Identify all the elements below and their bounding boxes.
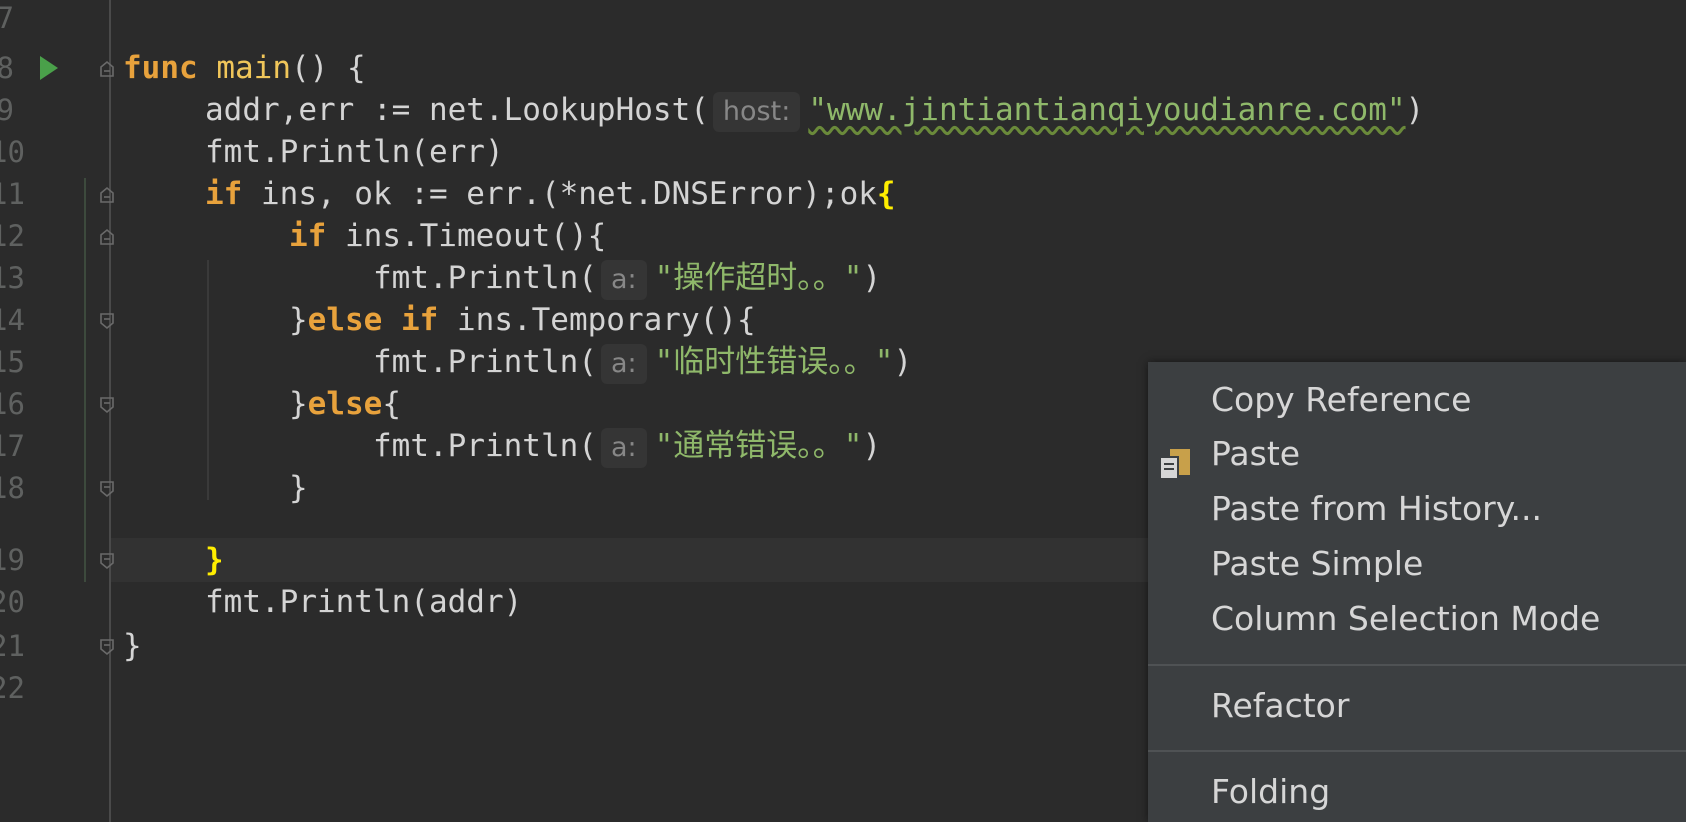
code-text: }else{ bbox=[289, 386, 401, 422]
code-line-12: 12 if ins.Timeout(){ bbox=[0, 214, 1686, 258]
menu-item-paste-simple[interactable]: Paste Simple bbox=[1211, 544, 1423, 583]
code-text: } bbox=[123, 628, 142, 664]
line-number: 7 bbox=[0, 1, 14, 35]
line-number: 9 bbox=[0, 93, 14, 127]
menu-separator bbox=[1148, 750, 1686, 752]
code-text: fmt.Println(a: "操作超时。。") bbox=[373, 258, 881, 300]
fold-minus-icon[interactable] bbox=[98, 228, 116, 246]
menu-item-refactor[interactable]: Refactor bbox=[1211, 686, 1349, 725]
code-line-9: 9 addr,err := net.LookupHost(host: "www.j… bbox=[0, 88, 1686, 132]
parameter-hint: a: bbox=[600, 344, 647, 384]
parameter-hint: a: bbox=[600, 260, 647, 300]
code-line-14: 14 }else if ins.Temporary(){ bbox=[0, 298, 1686, 342]
paste-icon bbox=[1159, 449, 1190, 480]
fold-minus-icon[interactable] bbox=[98, 638, 116, 656]
fold-minus-icon[interactable] bbox=[98, 480, 116, 498]
line-number: 10 bbox=[0, 135, 25, 169]
line-number: 16 bbox=[0, 387, 25, 421]
fold-minus-icon[interactable] bbox=[98, 312, 116, 330]
line-number: 20 bbox=[0, 585, 25, 619]
code-text: }else if ins.Temporary(){ bbox=[289, 302, 756, 338]
menu-item-copy-reference[interactable]: Copy Reference bbox=[1211, 380, 1471, 419]
code-text: fmt.Println(addr) bbox=[205, 584, 523, 620]
line-number: 22 bbox=[0, 671, 25, 705]
code-text: if ins.Timeout(){ bbox=[289, 218, 607, 254]
code-text: addr,err := net.LookupHost(host: "www.jin… bbox=[205, 90, 1424, 132]
fold-minus-icon[interactable] bbox=[98, 60, 116, 78]
line-number: 18 bbox=[0, 471, 25, 505]
line-number: 12 bbox=[0, 219, 25, 253]
line-number: 11 bbox=[0, 177, 25, 211]
context-menu: Copy Reference Paste Paste from History.… bbox=[1148, 362, 1686, 822]
menu-item-paste-from-history[interactable]: Paste from History... bbox=[1211, 489, 1542, 528]
code-line-11: 11 if ins, ok := err.(*net.DNSError);ok{ bbox=[0, 172, 1686, 216]
line-number: 8 bbox=[0, 51, 14, 85]
line-number: 21 bbox=[0, 629, 25, 663]
menu-item-folding[interactable]: Folding bbox=[1211, 772, 1330, 811]
menu-item-column-selection-mode[interactable]: Column Selection Mode bbox=[1211, 599, 1600, 638]
code-line-13: 13 fmt.Println(a:"操作超时。。") bbox=[0, 256, 1686, 300]
fold-minus-icon[interactable] bbox=[98, 186, 116, 204]
code-text: } bbox=[289, 470, 308, 506]
code-text: } bbox=[205, 542, 224, 578]
line-number: 14 bbox=[0, 303, 25, 337]
fold-minus-icon[interactable] bbox=[98, 552, 116, 570]
parameter-hint: host: bbox=[712, 92, 801, 132]
run-icon[interactable] bbox=[40, 56, 58, 80]
code-text: func main() { bbox=[123, 50, 366, 86]
menu-item-paste[interactable]: Paste bbox=[1211, 434, 1300, 473]
line-number: 17 bbox=[0, 429, 25, 463]
line-number: 13 bbox=[0, 261, 25, 295]
code-text: fmt.Println(a: "通常错误。。") bbox=[373, 426, 881, 468]
menu-separator bbox=[1148, 664, 1686, 666]
parameter-hint: a: bbox=[600, 428, 647, 468]
code-line-8: 8 func main() { bbox=[0, 46, 1686, 90]
code-line-10: 10 fmt.Println(err) bbox=[0, 130, 1686, 174]
line-number: 15 bbox=[0, 345, 25, 379]
code-line-7: 7 bbox=[0, 0, 1686, 40]
line-number: 19 bbox=[0, 543, 25, 577]
code-text: fmt.Println(err) bbox=[205, 134, 504, 170]
fold-minus-icon[interactable] bbox=[98, 396, 116, 414]
code-text: fmt.Println(a: "临时性错误。。") bbox=[373, 342, 912, 384]
code-text: if ins, ok := err.(*net.DNSError);ok{ bbox=[205, 176, 896, 212]
